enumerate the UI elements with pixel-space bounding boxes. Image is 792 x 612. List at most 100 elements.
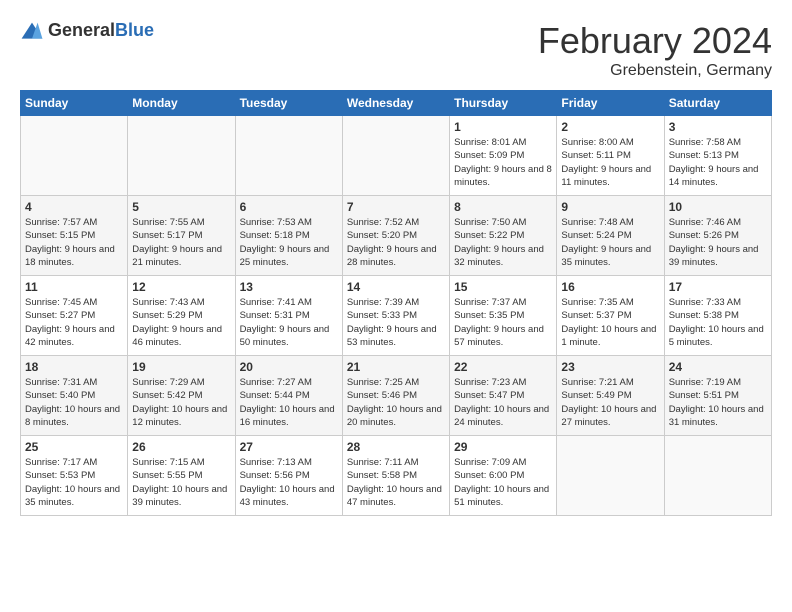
day-number: 21 xyxy=(347,360,445,374)
day-info: Sunrise: 7:23 AMSunset: 5:47 PMDaylight:… xyxy=(454,376,552,429)
table-row xyxy=(342,116,449,196)
calendar-week-row: 4 Sunrise: 7:57 AMSunset: 5:15 PMDaylight… xyxy=(21,196,772,276)
col-tuesday: Tuesday xyxy=(235,91,342,116)
table-row: 19 Sunrise: 7:29 AMSunset: 5:42 PMDayligh… xyxy=(128,356,235,436)
day-number: 12 xyxy=(132,280,230,294)
calendar-week-row: 18 Sunrise: 7:31 AMSunset: 5:40 PMDayligh… xyxy=(21,356,772,436)
day-number: 6 xyxy=(240,200,338,214)
table-row: 18 Sunrise: 7:31 AMSunset: 5:40 PMDayligh… xyxy=(21,356,128,436)
page-header: GeneralBlue February 2024 Grebenstein, G… xyxy=(20,20,772,80)
table-row: 3 Sunrise: 7:58 AMSunset: 5:13 PMDaylight… xyxy=(664,116,771,196)
month-title: February 2024 xyxy=(538,20,772,62)
day-info: Sunrise: 8:01 AMSunset: 5:09 PMDaylight:… xyxy=(454,136,552,189)
day-number: 16 xyxy=(561,280,659,294)
day-number: 4 xyxy=(25,200,123,214)
table-row: 5Sunrise: 7:55 AMSunset: 5:17 PMDaylight… xyxy=(128,196,235,276)
table-row: 8Sunrise: 7:50 AMSunset: 5:22 PMDaylight… xyxy=(450,196,557,276)
col-friday: Friday xyxy=(557,91,664,116)
calendar-week-row: 11 Sunrise: 7:45 AMSunset: 5:27 PMDayligh… xyxy=(21,276,772,356)
day-info: Sunrise: 7:31 AMSunset: 5:40 PMDaylight:… xyxy=(25,376,123,429)
logo-blue: Blue xyxy=(115,20,154,40)
day-info: Sunrise: 7:13 AMSunset: 5:56 PMDaylight:… xyxy=(240,456,338,509)
day-info: Sunrise: 7:45 AMSunset: 5:27 PMDaylight:… xyxy=(25,296,123,349)
day-number: 25 xyxy=(25,440,123,454)
table-row: 15 Sunrise: 7:37 AMSunset: 5:35 PMDayligh… xyxy=(450,276,557,356)
day-info: Sunrise: 7:11 AMSunset: 5:58 PMDaylight:… xyxy=(347,456,445,509)
table-row: 4 Sunrise: 7:57 AMSunset: 5:15 PMDaylight… xyxy=(21,196,128,276)
header-row: Sunday Monday Tuesday Wednesday Thursday… xyxy=(21,91,772,116)
table-row: 21Sunrise: 7:25 AMSunset: 5:46 PMDayligh… xyxy=(342,356,449,436)
day-info: Sunrise: 7:19 AMSunset: 5:51 PMDaylight:… xyxy=(669,376,767,429)
table-row: 28 Sunrise: 7:11 AMSunset: 5:58 PMDayligh… xyxy=(342,436,449,516)
day-info: Sunrise: 7:33 AMSunset: 5:38 PMDaylight:… xyxy=(669,296,767,349)
table-row: 27 Sunrise: 7:13 AMSunset: 5:56 PMDayligh… xyxy=(235,436,342,516)
day-info: Sunrise: 7:41 AMSunset: 5:31 PMDaylight:… xyxy=(240,296,338,349)
col-saturday: Saturday xyxy=(664,91,771,116)
table-row: 6 Sunrise: 7:53 AMSunset: 5:18 PMDaylight… xyxy=(235,196,342,276)
col-thursday: Thursday xyxy=(450,91,557,116)
table-row xyxy=(557,436,664,516)
logo-general: General xyxy=(48,20,115,40)
day-number: 22 xyxy=(454,360,552,374)
day-info: Sunrise: 7:21 AMSunset: 5:49 PMDaylight:… xyxy=(561,376,659,429)
day-number: 27 xyxy=(240,440,338,454)
logo: GeneralBlue xyxy=(20,20,154,41)
table-row: 16 Sunrise: 7:35 AMSunset: 5:37 PMDayligh… xyxy=(557,276,664,356)
day-number: 2 xyxy=(561,120,659,134)
day-number: 15 xyxy=(454,280,552,294)
table-row xyxy=(128,116,235,196)
day-number: 3 xyxy=(669,120,767,134)
table-row: 7Sunrise: 7:52 AMSunset: 5:20 PMDaylight… xyxy=(342,196,449,276)
day-info: Sunrise: 7:57 AMSunset: 5:15 PMDaylight:… xyxy=(25,216,123,269)
title-block: February 2024 Grebenstein, Germany xyxy=(538,20,772,80)
day-info: Sunrise: 7:15 AMSunset: 5:55 PMDaylight:… xyxy=(132,456,230,509)
calendar-table: Sunday Monday Tuesday Wednesday Thursday… xyxy=(20,90,772,516)
day-number: 28 xyxy=(347,440,445,454)
table-row: 2 Sunrise: 8:00 AMSunset: 5:11 PMDaylight… xyxy=(557,116,664,196)
day-number: 11 xyxy=(25,280,123,294)
day-number: 26 xyxy=(132,440,230,454)
table-row: 13Sunrise: 7:41 AMSunset: 5:31 PMDayligh… xyxy=(235,276,342,356)
table-row: 10 Sunrise: 7:46 AMSunset: 5:26 PMDayligh… xyxy=(664,196,771,276)
table-row: 23 Sunrise: 7:21 AMSunset: 5:49 PMDayligh… xyxy=(557,356,664,436)
day-number: 18 xyxy=(25,360,123,374)
day-number: 17 xyxy=(669,280,767,294)
location-subtitle: Grebenstein, Germany xyxy=(538,62,772,80)
logo-icon xyxy=(20,21,44,41)
table-row: 17 Sunrise: 7:33 AMSunset: 5:38 PMDayligh… xyxy=(664,276,771,356)
day-number: 7 xyxy=(347,200,445,214)
day-number: 23 xyxy=(561,360,659,374)
calendar-week-row: 1Sunrise: 8:01 AMSunset: 5:09 PMDaylight… xyxy=(21,116,772,196)
calendar-week-row: 25 Sunrise: 7:17 AMSunset: 5:53 PMDayligh… xyxy=(21,436,772,516)
col-monday: Monday xyxy=(128,91,235,116)
day-info: Sunrise: 7:17 AMSunset: 5:53 PMDaylight:… xyxy=(25,456,123,509)
day-info: Sunrise: 7:53 AMSunset: 5:18 PMDaylight:… xyxy=(240,216,338,269)
day-info: Sunrise: 7:09 AMSunset: 6:00 PMDaylight:… xyxy=(454,456,552,509)
table-row xyxy=(664,436,771,516)
table-row: 29Sunrise: 7:09 AMSunset: 6:00 PMDayligh… xyxy=(450,436,557,516)
day-number: 24 xyxy=(669,360,767,374)
table-row xyxy=(21,116,128,196)
day-info: Sunrise: 7:58 AMSunset: 5:13 PMDaylight:… xyxy=(669,136,767,189)
day-info: Sunrise: 8:00 AMSunset: 5:11 PMDaylight:… xyxy=(561,136,659,189)
day-info: Sunrise: 7:39 AMSunset: 5:33 PMDaylight:… xyxy=(347,296,445,349)
table-row: 1Sunrise: 8:01 AMSunset: 5:09 PMDaylight… xyxy=(450,116,557,196)
table-row: 11 Sunrise: 7:45 AMSunset: 5:27 PMDayligh… xyxy=(21,276,128,356)
table-row: 22 Sunrise: 7:23 AMSunset: 5:47 PMDayligh… xyxy=(450,356,557,436)
day-info: Sunrise: 7:37 AMSunset: 5:35 PMDaylight:… xyxy=(454,296,552,349)
table-row: 12Sunrise: 7:43 AMSunset: 5:29 PMDayligh… xyxy=(128,276,235,356)
col-wednesday: Wednesday xyxy=(342,91,449,116)
day-info: Sunrise: 7:35 AMSunset: 5:37 PMDaylight:… xyxy=(561,296,659,349)
day-info: Sunrise: 7:48 AMSunset: 5:24 PMDaylight:… xyxy=(561,216,659,269)
table-row: 26 Sunrise: 7:15 AMSunset: 5:55 PMDayligh… xyxy=(128,436,235,516)
day-info: Sunrise: 7:50 AMSunset: 5:22 PMDaylight:… xyxy=(454,216,552,269)
table-row: 9 Sunrise: 7:48 AMSunset: 5:24 PMDaylight… xyxy=(557,196,664,276)
day-info: Sunrise: 7:46 AMSunset: 5:26 PMDaylight:… xyxy=(669,216,767,269)
day-number: 10 xyxy=(669,200,767,214)
day-info: Sunrise: 7:29 AMSunset: 5:42 PMDaylight:… xyxy=(132,376,230,429)
table-row: 14Sunrise: 7:39 AMSunset: 5:33 PMDayligh… xyxy=(342,276,449,356)
table-row: 24 Sunrise: 7:19 AMSunset: 5:51 PMDayligh… xyxy=(664,356,771,436)
day-number: 19 xyxy=(132,360,230,374)
day-number: 20 xyxy=(240,360,338,374)
day-number: 9 xyxy=(561,200,659,214)
